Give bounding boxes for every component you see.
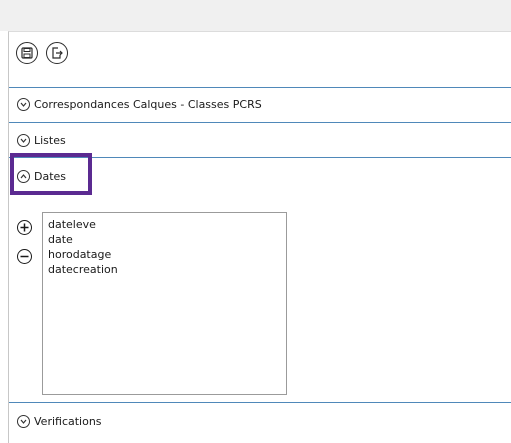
section-label: Correspondances Calques - Classes PCRS: [34, 97, 262, 111]
list-item[interactable]: horodatage: [48, 247, 286, 262]
add-button[interactable]: [17, 220, 32, 235]
section-verifications[interactable]: Verifications: [17, 413, 102, 429]
highlight-box: [10, 153, 92, 195]
section-separator: [9, 122, 511, 123]
section-correspondances[interactable]: Correspondances Calques - Classes PCRS: [17, 96, 262, 112]
chevron-down-icon: [17, 97, 30, 111]
minus-icon: [20, 255, 29, 258]
section-label: Verifications: [34, 414, 102, 428]
section-listes[interactable]: Listes: [17, 132, 66, 148]
section-label: Listes: [34, 133, 66, 147]
window-top-bar: [0, 0, 511, 31]
list-item[interactable]: datecreation: [48, 262, 286, 277]
list-item[interactable]: dateleve: [48, 217, 286, 232]
section-separator: [9, 87, 511, 88]
export-button[interactable]: [46, 42, 68, 64]
save-icon: [21, 47, 33, 59]
section-separator: [9, 402, 511, 403]
plus-icon: [20, 223, 29, 232]
chevron-down-icon: [17, 414, 30, 428]
list-item[interactable]: date: [48, 232, 286, 247]
settings-panel: Correspondances Calques - Classes PCRS L…: [8, 31, 511, 443]
remove-button[interactable]: [17, 249, 32, 264]
export-icon: [52, 47, 63, 59]
chevron-down-icon: [17, 133, 30, 147]
dates-listbox[interactable]: dateleve date horodatage datecreation: [42, 212, 287, 395]
save-button[interactable]: [16, 42, 38, 64]
